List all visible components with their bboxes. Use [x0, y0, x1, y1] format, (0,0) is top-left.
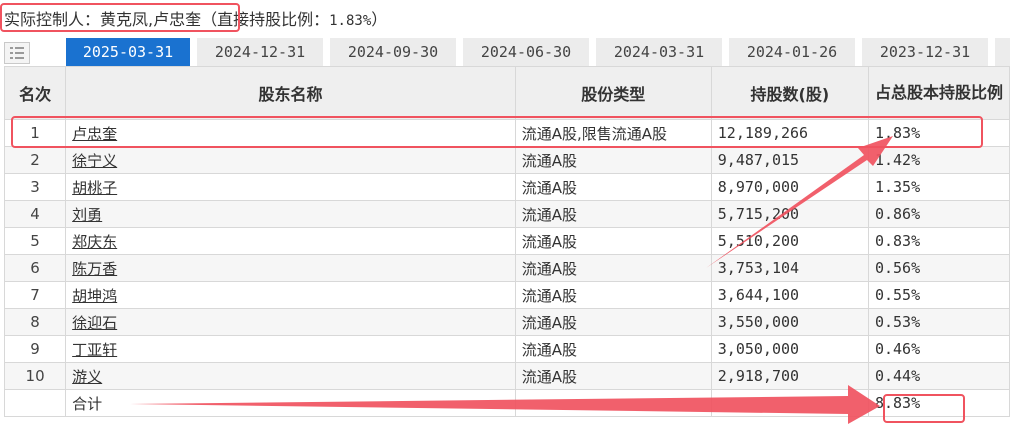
rank-cell: 8: [3, 308, 67, 336]
shares-cell: 3,050,000: [710, 335, 869, 363]
shareholder-cell: 丁亚轩: [65, 335, 516, 363]
share-type-cell: 流通A股: [514, 173, 712, 201]
rank-cell: 10: [3, 362, 67, 390]
col-header-shares: 持股数(股): [710, 66, 869, 120]
rank-cell: 3: [3, 173, 67, 201]
shareholder-link[interactable]: 徐宁义: [72, 152, 117, 170]
pct-cell: 0.46%: [867, 335, 1010, 363]
shareholder-cell: 徐宁义: [65, 146, 516, 174]
rank-cell: 9: [3, 335, 67, 363]
table-row: 7 胡坤鸿 流通A股 3,644,100 0.55%: [3, 281, 1010, 309]
total-shares-cell: [710, 389, 869, 417]
tab-2025-03-31[interactable]: 2025-03-31: [66, 38, 190, 66]
share-type-cell: 流通A股: [514, 227, 712, 255]
shares-cell: 3,550,000: [710, 308, 869, 336]
shareholder-cell: 刘勇: [65, 200, 516, 228]
share-type-cell: 流通A股: [514, 335, 712, 363]
table-row: 3 胡桃子 流通A股 8,970,000 1.35%: [3, 173, 1010, 201]
table-row: 1 卢忠奎 流通A股,限售流通A股 12,189,266 1.83%: [3, 119, 1010, 147]
shares-cell: 3,644,100: [710, 281, 869, 309]
shares-cell: 5,715,200: [710, 200, 869, 228]
tab-2024-01-26[interactable]: 2024-01-26: [729, 38, 855, 66]
col-header-pct: 占总股本持股比例: [867, 66, 1010, 120]
shares-cell: 8,970,000: [710, 173, 869, 201]
total-pct-cell: 8.83%: [867, 389, 1010, 417]
shareholder-link[interactable]: 卢忠奎: [72, 125, 117, 143]
pct-cell: 0.44%: [867, 362, 1010, 390]
share-type-cell: 流通A股: [514, 254, 712, 282]
list-icon: [10, 47, 24, 59]
rank-cell: 5: [3, 227, 67, 255]
pct-cell: 0.56%: [867, 254, 1010, 282]
shareholder-link[interactable]: 胡桃子: [72, 179, 117, 197]
table-row: 6 陈万香 流通A股 3,753,104 0.56%: [3, 254, 1010, 282]
share-type-cell: 流通A股: [514, 281, 712, 309]
rank-cell: 1: [3, 119, 67, 147]
table-header-row: 名次 股东名称 股份类型 持股数(股) 占总股本持股比例: [3, 66, 1010, 120]
shareholder-cell: 胡坤鸿: [65, 281, 516, 309]
shareholder-link[interactable]: 徐迎石: [72, 314, 117, 332]
direct-holding-close: ）: [371, 10, 388, 29]
share-type-cell: 流通A股,限售流通A股: [514, 119, 712, 147]
shareholder-cell: 卢忠奎: [65, 119, 516, 147]
tab-2023-12-31[interactable]: 2023-12-31: [862, 38, 988, 66]
share-type-cell: 流通A股: [514, 146, 712, 174]
pct-cell: 0.86%: [867, 200, 1010, 228]
list-view-button[interactable]: [4, 42, 30, 64]
shares-cell: 2,918,700: [710, 362, 869, 390]
pct-cell: 1.42%: [867, 146, 1010, 174]
table-row: 9 丁亚轩 流通A股 3,050,000 0.46%: [3, 335, 1010, 363]
shares-cell: 12,189,266: [710, 119, 869, 147]
pct-cell: 0.55%: [867, 281, 1010, 309]
share-type-cell: 流通A股: [514, 200, 712, 228]
pct-cell: 0.53%: [867, 308, 1010, 336]
report-date-tabs: 2025-03-31 2024-12-31 2024-09-30 2024-06…: [0, 38, 1010, 66]
shareholder-cell: 陈万香: [65, 254, 516, 282]
shareholder-cell: 胡桃子: [65, 173, 516, 201]
table-row: 5 郑庆东 流通A股 5,510,200 0.83%: [3, 227, 1010, 255]
shares-cell: 3,753,104: [710, 254, 869, 282]
shareholder-link[interactable]: 胡坤鸿: [72, 287, 117, 305]
rank-cell: 2: [3, 146, 67, 174]
pct-cell: 1.35%: [867, 173, 1010, 201]
shareholder-cell: 徐迎石: [65, 308, 516, 336]
tab-2024-12-31[interactable]: 2024-12-31: [197, 38, 323, 66]
shareholder-link[interactable]: 郑庆东: [72, 233, 117, 251]
shareholder-link[interactable]: 陈万香: [72, 260, 117, 278]
table-row: 2 徐宁义 流通A股 9,487,015 1.42%: [3, 146, 1010, 174]
pct-cell: 0.83%: [867, 227, 1010, 255]
shareholder-link[interactable]: 游义: [72, 368, 102, 386]
shareholder-cell: 游义: [65, 362, 516, 390]
actual-controller-line: 实际控制人：黄克凤,卢忠奎（直接持股比例：1.83%）: [4, 8, 387, 32]
tab-2024-03-31[interactable]: 2024-03-31: [596, 38, 722, 66]
share-type-cell: 流通A股: [514, 362, 712, 390]
table-row: 4 刘勇 流通A股 5,715,200 0.86%: [3, 200, 1010, 228]
tab-2024-09-30[interactable]: 2024-09-30: [330, 38, 456, 66]
top-shareholders-table: 名次 股东名称 股份类型 持股数(股) 占总股本持股比例 1 卢忠奎 流通A股,…: [3, 66, 1010, 417]
shareholder-cell: 郑庆东: [65, 227, 516, 255]
col-header-shareholder: 股东名称: [65, 66, 516, 120]
total-rank-cell: [3, 389, 67, 417]
tab-overflow[interactable]: [995, 38, 1010, 66]
table-row: 10 游义 流通A股 2,918,700 0.44%: [3, 362, 1010, 390]
shares-cell: 5,510,200: [710, 227, 869, 255]
direct-holding-text: （直接持股比例：: [201, 10, 330, 29]
total-type-cell: [514, 389, 712, 417]
table-row: 8 徐迎石 流通A股 3,550,000 0.53%: [3, 308, 1010, 336]
tab-2024-06-30[interactable]: 2024-06-30: [463, 38, 589, 66]
direct-holding-pct: 1.83%: [329, 13, 372, 29]
rank-cell: 4: [3, 200, 67, 228]
shares-cell: 9,487,015: [710, 146, 869, 174]
total-label-cell: 合计: [65, 389, 516, 417]
col-header-rank: 名次: [3, 66, 67, 120]
shareholder-link[interactable]: 丁亚轩: [72, 341, 117, 359]
rank-cell: 7: [3, 281, 67, 309]
col-header-share-type: 股份类型: [514, 66, 712, 120]
total-row: 合计 8.83%: [3, 389, 1010, 417]
share-type-cell: 流通A股: [514, 308, 712, 336]
controller-label: 实际控制人：黄克凤,卢忠奎: [4, 10, 202, 29]
pct-cell: 1.83%: [867, 119, 1010, 147]
rank-cell: 6: [3, 254, 67, 282]
shareholder-link[interactable]: 刘勇: [72, 206, 102, 224]
